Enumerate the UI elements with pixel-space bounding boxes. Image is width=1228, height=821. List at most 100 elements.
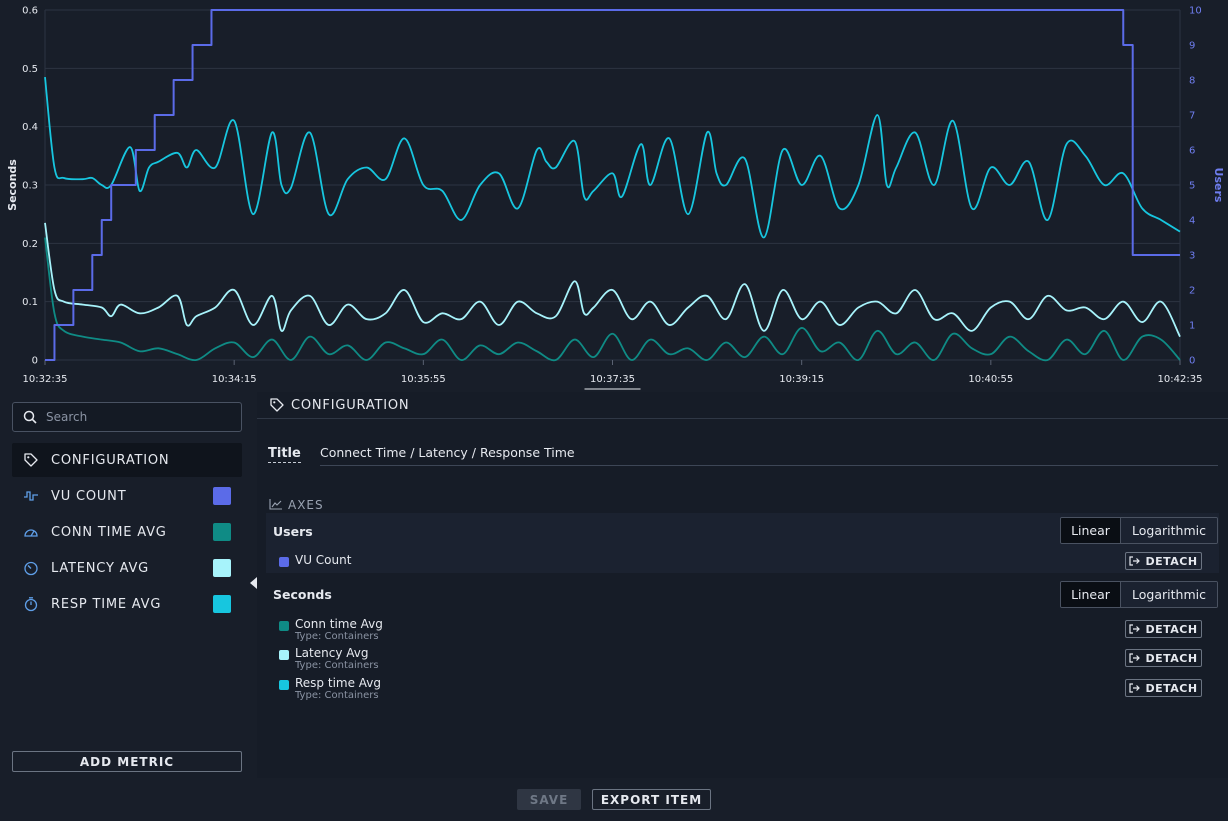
y-right-tick-label: 1 [1189,321,1195,332]
search-icon [23,409,37,428]
x-tick-label: 10:39:15 [779,374,824,385]
series-line-latency-avg [44,222,1181,338]
search-box[interactable] [12,402,242,432]
axis-name: Seconds [273,587,332,602]
metric-color-dot [279,680,289,690]
axis-metric-row: Latency Avg Type: Containers [279,646,379,672]
axes-section-header: AXES [269,495,324,514]
color-swatch[interactable] [213,487,231,505]
save-button[interactable]: SAVE [517,789,581,810]
y-right-tick-label: 3 [1189,251,1195,262]
sidebar-item-latency-avg[interactable]: LATENCY AVG [12,551,242,585]
panel-header: CONFIGURATION [257,392,1228,419]
y-right-tick-label: 9 [1189,41,1195,52]
x-tick-label: 10:32:35 [23,374,68,385]
y-left-tick-label: 0.1 [22,297,38,308]
title-input[interactable] [320,442,1218,463]
sidebar-item-configuration[interactable]: CONFIGURATION [12,443,242,477]
detach-label: DETACH [1145,554,1198,568]
detach-button[interactable]: DETACH [1125,620,1202,638]
scale-linear-button[interactable]: Linear [1061,518,1121,543]
axis-group-seconds: Seconds Linear Logarithmic Conn time Avg… [266,577,1219,705]
detach-button[interactable]: DETACH [1125,679,1202,697]
y-right-tick-label: 2 [1189,286,1195,297]
y-left-tick-label: 0.3 [22,181,38,192]
chart-area[interactable]: 0 0.1 0.2 0.3 0.4 0.5 0.6 0 1 2 3 4 5 6 7 8 9 10 10:32:35 1… [0,0,1228,392]
y-left-tick-label: 0.6 [22,6,38,17]
scale-toggle[interactable]: Linear Logarithmic [1060,517,1218,544]
y-left-tick-label: 0 [32,356,38,367]
sidebar-item-label: VU COUNT [51,488,127,504]
detach-label: DETACH [1145,681,1198,695]
x-tick-label: 10:42:35 [1158,374,1203,385]
detach-label: DETACH [1145,651,1198,665]
y-right-tick-label: 0 [1189,356,1195,367]
y-right-axis-title: Users [1212,168,1225,203]
stopwatch-icon [22,595,40,613]
x-tick-label: 10:40:55 [968,374,1013,385]
scale-toggle[interactable]: Linear Logarithmic [1060,581,1218,608]
y-right-tick-label: 4 [1189,216,1195,227]
y-left-axis-title: Seconds [6,159,19,211]
axes-label: AXES [288,497,324,512]
tag-icon [269,397,285,413]
scale-linear-button[interactable]: Linear [1061,582,1121,607]
axis-metric-row: Resp time Avg Type: Containers [279,676,381,702]
sidebar-item-label: LATENCY AVG [51,560,150,576]
search-input[interactable] [46,408,236,426]
metric-color-dot [279,621,289,631]
sidebar-item-label: CONN TIME AVG [51,524,167,540]
sidebar-item-label: CONFIGURATION [51,452,170,468]
y-right-tick-label: 7 [1189,111,1195,122]
y-right-tick-label: 8 [1189,76,1195,87]
detach-icon [1129,653,1141,663]
y-right-tick-label: 6 [1189,146,1195,157]
x-tick-label: 10:34:15 [212,374,257,385]
sidebar-item-vu-count[interactable]: VU COUNT [12,479,242,513]
color-swatch[interactable] [213,523,231,541]
detach-button[interactable]: DETACH [1125,552,1202,570]
export-item-button[interactable]: EXPORT ITEM [592,789,711,810]
series-line-conn-time-avg [44,237,1181,362]
axis-metric-row: VU Count [279,553,351,567]
detach-icon [1129,683,1141,693]
y-left-tick-label: 0.4 [22,122,38,133]
detach-button[interactable]: DETACH [1125,649,1202,667]
color-swatch[interactable] [213,595,231,613]
scale-logarithmic-button[interactable]: Logarithmic [1121,582,1217,607]
x-tick-label: 10:37:35 [590,374,635,385]
pulse-icon [22,487,40,505]
axis-group-users: Users Linear Logarithmic VU Count DETACH [266,513,1219,573]
y-left-tick-label: 0.2 [22,239,38,250]
sidebar-item-conn-time-avg[interactable]: CONN TIME AVG [12,515,242,549]
sidebar-item-label: RESP TIME AVG [51,596,162,612]
panel-title: CONFIGURATION [291,397,410,413]
color-swatch[interactable] [213,559,231,577]
scale-logarithmic-button[interactable]: Logarithmic [1121,518,1217,543]
time-series-chart[interactable]: 0 0.1 0.2 0.3 0.4 0.5 0.6 0 1 2 3 4 5 6 7 8 9 10 10:32:35 1… [0,0,1228,392]
detach-icon [1129,556,1141,566]
series-line-resp-time-avg [44,76,1181,239]
metric-color-dot [279,650,289,660]
metric-name: Latency Avg [295,646,369,660]
axis-name: Users [273,524,313,539]
timer-icon [22,559,40,577]
metric-name: VU Count [295,553,352,567]
detach-icon [1129,624,1141,634]
metric-type: Type: Containers [295,631,379,642]
sidebar-item-resp-time-avg[interactable]: RESP TIME AVG [12,587,242,621]
collapse-sidebar-handle[interactable] [250,577,257,589]
title-field[interactable] [320,442,1218,466]
metric-color-dot [279,557,289,567]
metric-name: Conn time Avg [295,617,383,631]
footer-bar: SAVE EXPORT ITEM [0,778,1228,821]
metric-name: Resp time Avg [295,676,382,690]
x-tick-label: 10:35:55 [401,374,446,385]
add-metric-button[interactable]: ADD METRIC [12,751,242,772]
axis-metric-row: Conn time Avg Type: Containers [279,617,383,643]
tag-icon [22,451,40,469]
metric-type: Type: Containers [295,690,379,701]
y-left-tick-label: 0.5 [22,64,38,75]
title-label: Title [268,446,301,463]
configuration-panel: CONFIGURATION Title AXES Users Linear Lo… [257,392,1228,778]
